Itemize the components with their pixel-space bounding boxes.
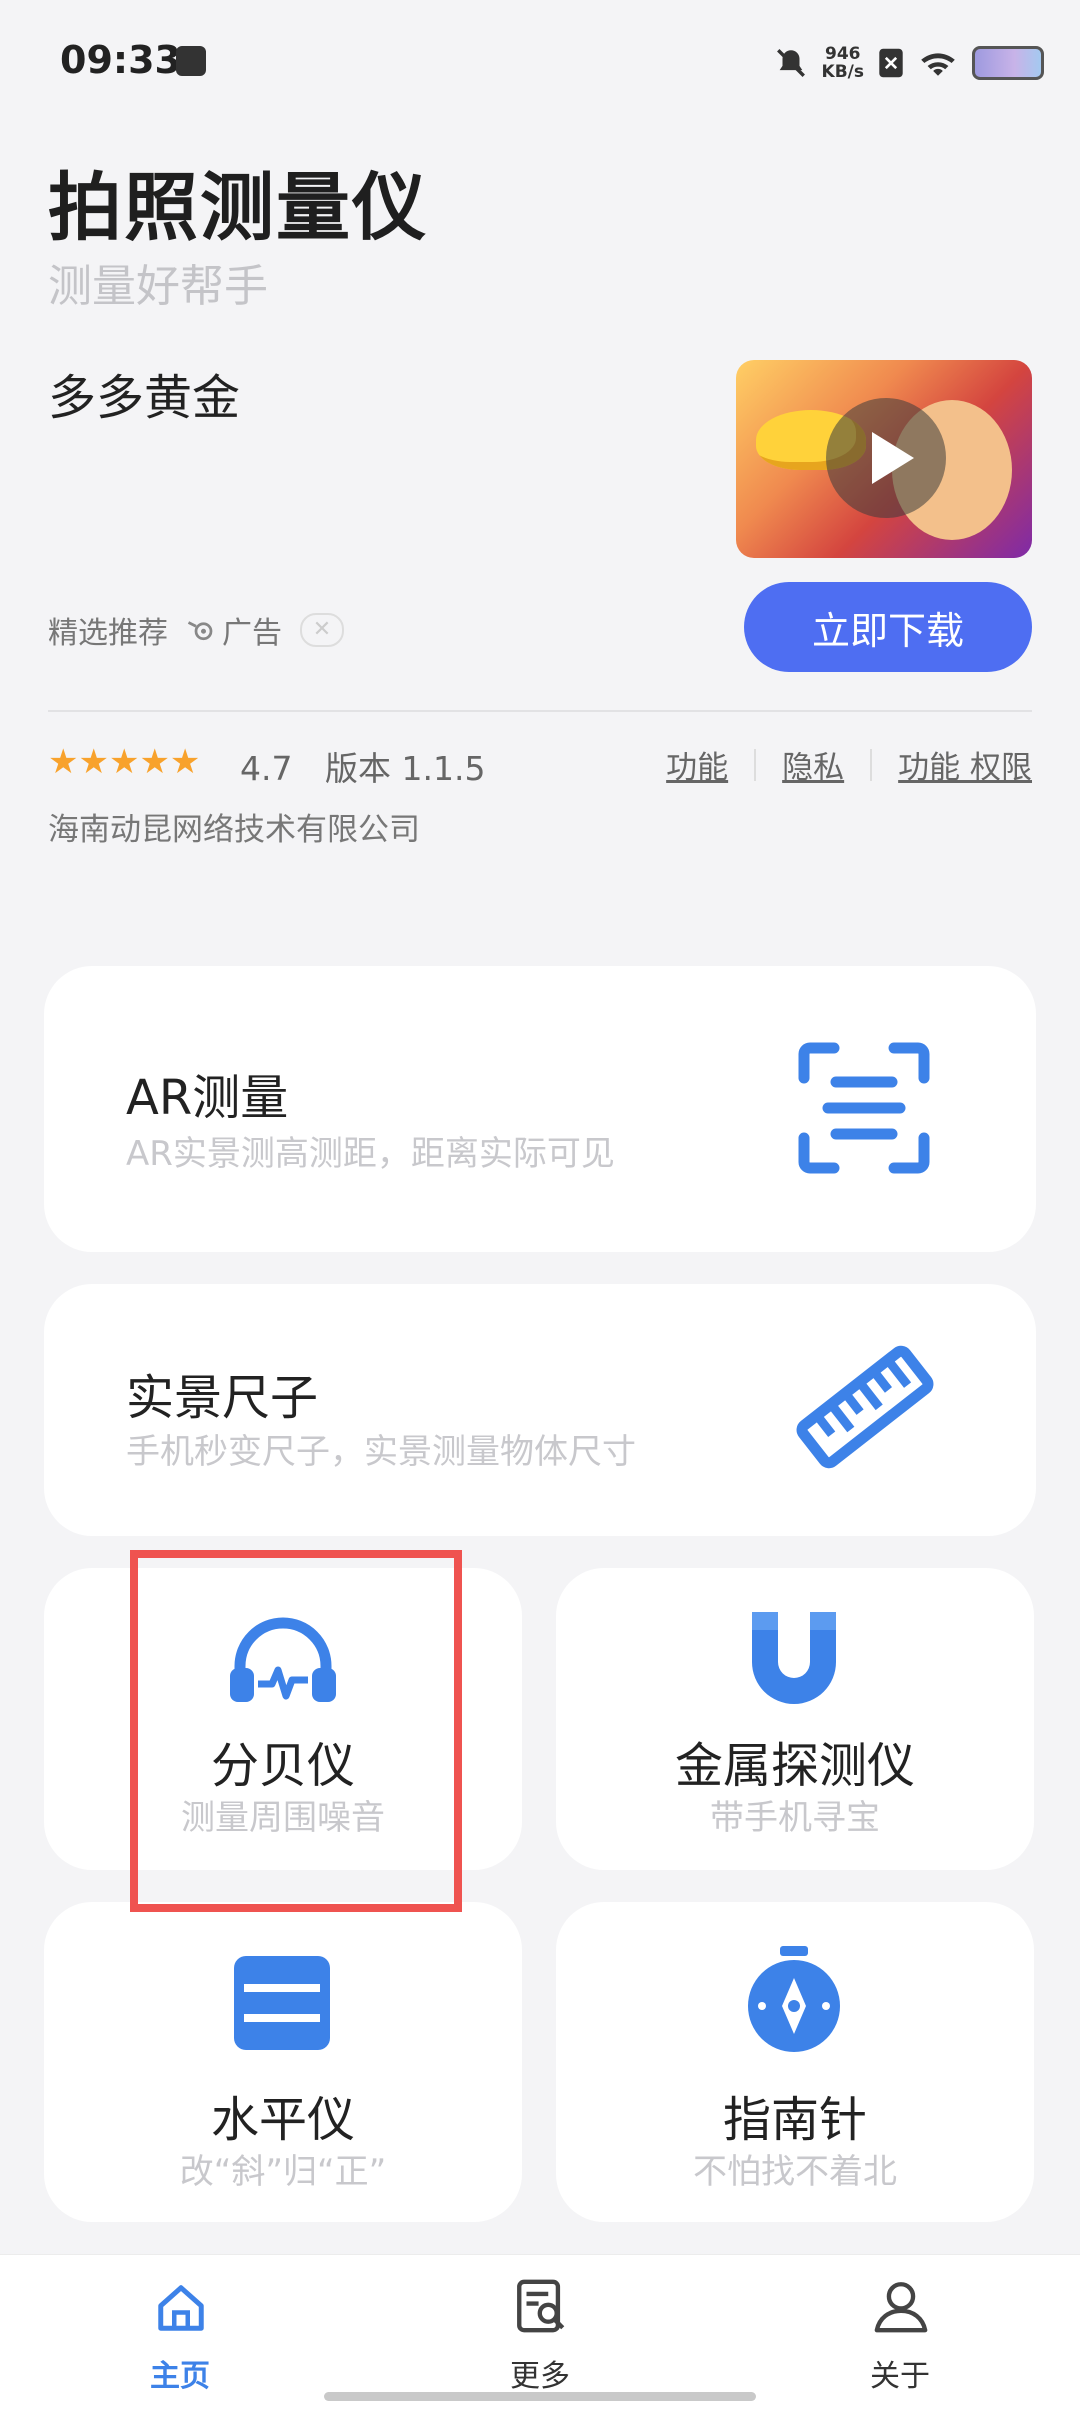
ar-measure-card[interactable]: AR测量 AR实景测高测距，距离实际可见 — [44, 966, 1036, 1252]
ruler-title: 实景尺子 — [126, 1370, 319, 1426]
sim-off-icon — [879, 48, 903, 78]
company-name: 海南动昆网络技术有限公司 — [48, 812, 420, 848]
wifi-icon — [921, 53, 955, 76]
highlight-box — [130, 1550, 462, 1912]
magnet-icon — [752, 1612, 836, 1704]
metal-detector-card[interactable]: 金属探测仪 带手机寻宝 — [556, 1568, 1034, 1870]
page-subtitle: 测量好帮手 — [48, 261, 268, 312]
document-search-icon — [517, 2279, 565, 2333]
compass-subtitle: 不怕找不着北 — [693, 2152, 897, 2192]
status-icons: 946 KB/s — [774, 38, 1044, 88]
notification-icon — [176, 46, 206, 76]
level-subtitle: 改“斜”归“正” — [179, 2152, 387, 2192]
home-icon — [158, 2285, 204, 2331]
nav-more[interactable]: 更多 — [440, 2255, 640, 2409]
battery-icon — [972, 46, 1044, 80]
compass-icon — [748, 1946, 840, 2052]
feature-link[interactable]: 功能 — [666, 742, 728, 787]
app-info-links: 功能 隐私 功能 权限 — [666, 742, 1032, 787]
ad-label: 广告 — [222, 616, 282, 651]
bottom-nav: 主页 更多 关于 — [0, 2254, 1080, 2409]
gesture-bar[interactable] — [324, 2392, 756, 2401]
compass-title: 指南针 — [722, 2092, 867, 2148]
page-title: 拍照测量仪 — [48, 165, 428, 251]
rating-value: 4.7 — [240, 749, 293, 788]
metal-detector-subtitle: 带手机寻宝 — [710, 1798, 880, 1838]
scan-icon — [798, 1042, 930, 1174]
ruler-icon — [796, 1345, 934, 1469]
level-icon — [234, 1956, 330, 2050]
ad-close-button[interactable]: ✕ — [300, 613, 344, 647]
compass-card[interactable]: 指南针 不怕找不着北 — [556, 1902, 1034, 2222]
mute-icon — [776, 49, 805, 77]
link-divider — [754, 748, 757, 781]
ar-measure-title: AR测量 — [126, 1070, 289, 1126]
privacy-link[interactable]: 隐私 — [782, 742, 844, 787]
level-card[interactable]: 水平仪 改“斜”归“正” — [44, 1902, 522, 2222]
user-icon — [874, 2282, 928, 2333]
ar-measure-subtitle: AR实景测高测距，距离实际可见 — [126, 1134, 615, 1174]
ad-tag: 精选推荐 — [48, 616, 168, 651]
ad-title[interactable]: 多多黄金 — [48, 358, 240, 428]
nav-home-label: 主页 — [150, 2359, 210, 2394]
link-divider — [870, 748, 873, 781]
rating-version: 4.7 版本 1.1.5 — [240, 742, 485, 790]
nav-home[interactable]: 主页 — [80, 2255, 280, 2409]
ad-badge-icon — [187, 621, 213, 641]
divider — [48, 710, 1032, 712]
ruler-subtitle: 手机秒变尺子，实景测量物体尺寸 — [126, 1432, 636, 1472]
version-label: 版本 1.1.5 — [324, 749, 486, 788]
nav-more-label: 更多 — [510, 2359, 570, 2394]
net-speed-unit: KB/s — [821, 62, 864, 82]
level-title: 水平仪 — [210, 2092, 355, 2148]
rating-stars: ★★★★★ — [48, 742, 201, 782]
play-icon[interactable] — [826, 398, 946, 518]
permissions-link[interactable]: 功能 权限 — [898, 742, 1032, 787]
ruler-card[interactable]: 实景尺子 手机秒变尺子，实景测量物体尺寸 — [44, 1284, 1036, 1536]
ad-label-group: 广告 — [186, 608, 282, 652]
net-speed: 946 KB/s — [822, 45, 864, 81]
nav-about-label: 关于 — [870, 2359, 930, 2394]
download-button[interactable]: 立即下载 — [744, 582, 1032, 672]
net-speed-value: 946 — [825, 44, 861, 64]
status-time: 09:33 — [60, 38, 181, 82]
ad-meta: 精选推荐 广告 ✕ — [48, 608, 344, 652]
metal-detector-title: 金属探测仪 — [674, 1738, 915, 1794]
ad-video-thumbnail[interactable] — [736, 360, 1032, 558]
nav-about[interactable]: 关于 — [800, 2255, 1000, 2409]
